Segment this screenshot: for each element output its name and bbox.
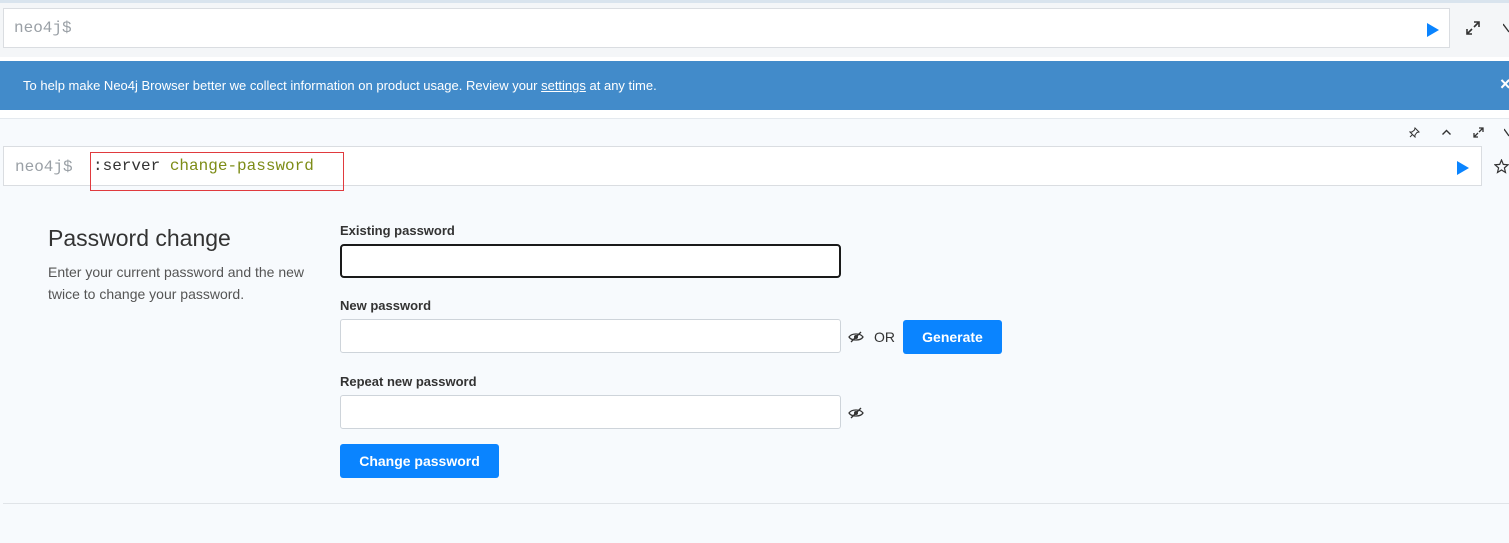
page-description: Enter your current password and the new … (48, 264, 305, 302)
banner-text-before: To help make Neo4j Browser better we col… (23, 78, 542, 93)
frame-divider (3, 503, 1509, 504)
frame-fullscreen-icon[interactable] (1473, 127, 1484, 141)
existing-password-label: Existing password (340, 223, 455, 238)
banner-text: To help make Neo4j Browser better we col… (23, 78, 657, 93)
existing-password-input[interactable] (340, 244, 841, 278)
show-password-icon[interactable] (848, 330, 864, 344)
page-title: Password change (48, 225, 231, 251)
frame-editor-prompt: neo4j$ (15, 158, 73, 176)
top-editor-input[interactable]: neo4j$ (3, 8, 1450, 48)
banner-close-icon[interactable]: × (1500, 75, 1509, 93)
new-password-label: New password (340, 298, 432, 313)
collapse-icon[interactable] (1441, 127, 1452, 141)
generate-button[interactable]: Generate (903, 320, 1002, 354)
repeat-password-label: Repeat new password (340, 374, 477, 389)
new-password-input[interactable] (340, 319, 841, 353)
usage-banner: To help make Neo4j Browser better we col… (0, 61, 1509, 110)
fullscreen-icon[interactable] (1466, 21, 1480, 35)
frame-close-icon[interactable] (1504, 127, 1509, 141)
frame-run-icon[interactable] (1454, 160, 1470, 176)
or-separator: OR (874, 329, 895, 345)
show-repeat-password-icon[interactable] (848, 406, 864, 420)
change-password-button[interactable]: Change password (340, 444, 499, 478)
command-argument: change-password (169, 157, 314, 175)
top-editor-bar: neo4j$ (0, 0, 1509, 57)
command-keyword: :server (93, 157, 161, 175)
repeat-password-input[interactable] (340, 395, 841, 429)
banner-text-after: at any time. (585, 78, 657, 93)
favorite-star-icon[interactable] (1494, 159, 1509, 174)
settings-link[interactable]: settings (541, 78, 586, 93)
top-run-icon[interactable] (1424, 22, 1440, 38)
pin-icon[interactable] (1409, 127, 1420, 141)
top-editor-prompt: neo4j$ (14, 19, 72, 37)
command-text: :server change-password (90, 152, 344, 191)
result-frame: neo4j$ :server change-password Password … (0, 118, 1509, 543)
close-icon[interactable] (1503, 21, 1509, 35)
